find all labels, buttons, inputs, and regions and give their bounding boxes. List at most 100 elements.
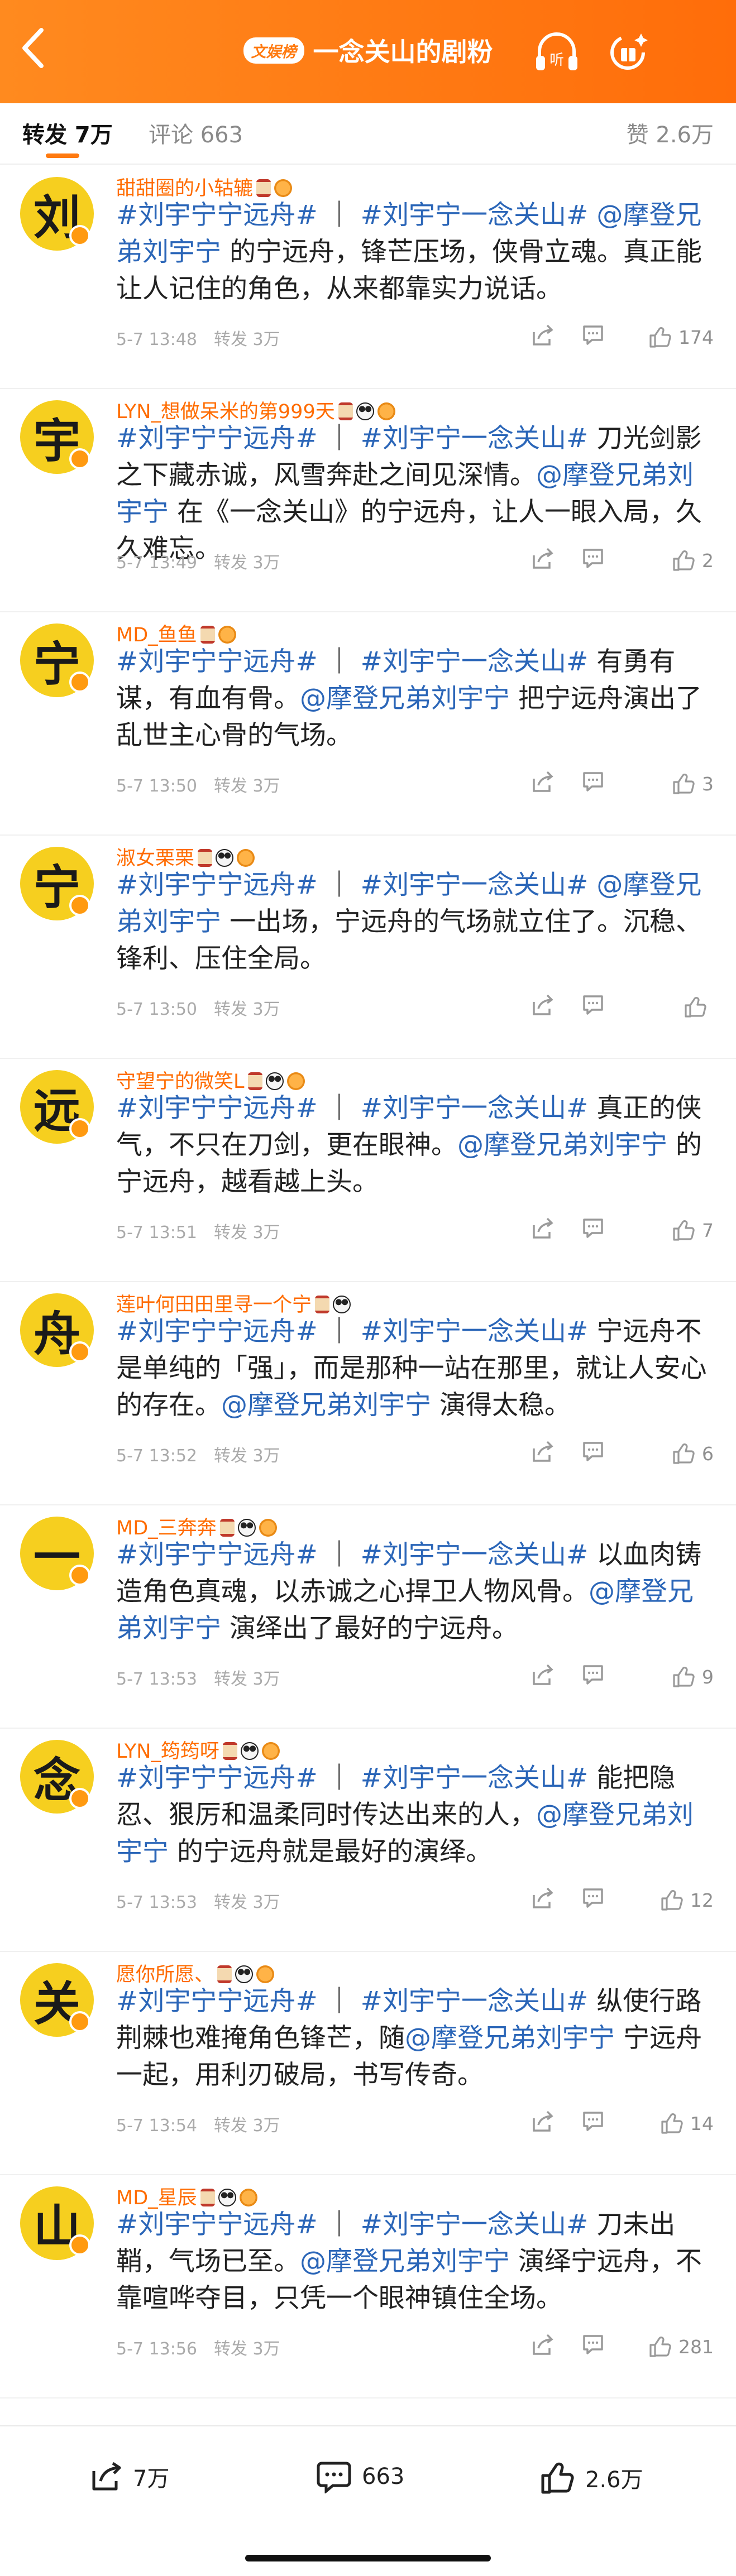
share-icon[interactable] <box>531 2333 555 2357</box>
username[interactable]: 莲叶何田田里寻一个宁 <box>116 1294 312 1316</box>
tab-likes[interactable]: 赞 2.6万 <box>627 117 714 149</box>
hashtag-link[interactable]: #刘宇宁一念关山# <box>361 200 589 231</box>
share-icon[interactable] <box>531 1440 555 1464</box>
hashtag-link[interactable]: #刘宇宁宁远舟# <box>116 1763 318 1793</box>
like-button[interactable]: 281 <box>648 2335 714 2358</box>
comment-icon[interactable] <box>581 546 605 571</box>
comment-icon[interactable] <box>581 323 605 348</box>
hashtag-link[interactable]: #刘宇宁宁远舟# <box>116 1539 318 1570</box>
like-button[interactable]: 14 <box>660 2112 714 2135</box>
headphones-listen-icon[interactable]: 听 <box>532 27 582 77</box>
like-button[interactable]: 2 <box>672 549 714 572</box>
comment-item[interactable]: 山 MD_星辰 #刘宇宁宁远舟# ｜ #刘宇宁一念关山# 刀未出鞘，气场已至。@摩登… <box>0 2175 736 2398</box>
hashtag-link[interactable]: #刘宇宁宁远舟# <box>116 2209 318 2240</box>
share-icon[interactable] <box>531 993 555 1018</box>
comment-item[interactable]: 舟莲叶何田田里寻一个宁 #刘宇宁宁远舟# ｜ #刘宇宁一念关山# 宁远舟不是单纯的… <box>0 1282 736 1505</box>
hashtag-link[interactable]: #刘宇宁一念关山# <box>361 646 589 677</box>
comment-icon[interactable] <box>581 1440 605 1464</box>
share-icon[interactable] <box>531 323 555 348</box>
comment-icon[interactable] <box>581 1216 605 1241</box>
like-button[interactable]: 7 <box>672 1219 714 1242</box>
hashtag-link[interactable]: #刘宇宁一念关山# <box>361 1093 589 1124</box>
avatar[interactable]: 宁 <box>20 847 94 920</box>
tab-repost[interactable]: 转发 7万 <box>22 117 113 149</box>
avatar[interactable]: 刘 <box>20 177 94 251</box>
avatar[interactable]: 一 <box>20 1517 94 1590</box>
avatar[interactable]: 远 <box>20 1070 94 1144</box>
thumbs-up-icon <box>673 774 695 794</box>
hashtag-link[interactable]: #刘宇宁宁远舟# <box>116 646 318 677</box>
like-count: 9 <box>702 1666 714 1688</box>
comment-meta: 5-7 13:54 转发 3万 <box>116 2112 280 2136</box>
like-button[interactable]: 9 <box>672 1665 714 1688</box>
share-icon[interactable] <box>531 770 555 794</box>
avatar[interactable]: 山 <box>20 2186 94 2260</box>
share-gift-icon[interactable] <box>604 27 654 77</box>
mention-link[interactable]: @摩登兄弟刘宇宁 <box>457 1130 667 1160</box>
hashtag-link[interactable]: #刘宇宁一念关山# <box>361 1986 589 2017</box>
username[interactable]: LYN_筠筠呀 <box>116 1740 219 1763</box>
mention-link[interactable]: @摩登兄弟刘宇宁 <box>300 2246 510 2277</box>
hashtag-link[interactable]: #刘宇宁宁远舟# <box>116 1316 318 1347</box>
comment-item[interactable]: 念 LYN_筠筠呀 #刘宇宁宁远舟# ｜ #刘宇宁一念关山# 能把隐忍、狠厉和温柔同… <box>0 1729 736 1952</box>
like-button[interactable] <box>684 995 714 1019</box>
comment-item[interactable]: 宇 LYN_想做呆米的第999天 #刘宇宁宁远舟# ｜ #刘宇宁一念关山# 刀光剑影… <box>0 389 736 612</box>
username[interactable]: 甜甜圈的小轱辘 <box>116 178 253 200</box>
username[interactable]: MD_星辰 <box>116 2187 197 2209</box>
comment-icon[interactable] <box>581 993 605 1018</box>
username[interactable]: MD_三奔奔 <box>116 1517 217 1539</box>
username[interactable]: 愿你所愿、 <box>116 1964 214 1986</box>
like-button[interactable]: 6 <box>672 1442 714 1465</box>
comment-item[interactable]: 宁淑女栗栗 #刘宇宁宁远舟# ｜ #刘宇宁一念关山# @摩登兄弟刘宇宁 一出场，宁… <box>0 836 736 1059</box>
comment-icon[interactable] <box>581 1663 605 1687</box>
hashtag-link[interactable]: #刘宇宁宁远舟# <box>116 1986 318 2017</box>
active-tab-indicator <box>46 153 79 158</box>
avatar[interactable]: 宇 <box>20 400 94 474</box>
hashtag-link[interactable]: #刘宇宁一念关山# <box>361 1539 589 1570</box>
share-icon[interactable] <box>531 1886 555 1911</box>
mention-link[interactable]: @摩登兄弟刘宇宁 <box>300 683 510 714</box>
comment-icon[interactable] <box>581 2109 605 2134</box>
hashtag-link[interactable]: #刘宇宁宁远舟# <box>116 423 318 454</box>
comment-item[interactable]: 刘甜甜圈的小轱辘 #刘宇宁宁远舟# ｜ #刘宇宁一念关山# @摩登兄弟刘宇宁 的宁… <box>0 166 736 389</box>
share-icon[interactable] <box>531 1663 555 1687</box>
avatar[interactable]: 舟 <box>20 1293 94 1367</box>
share-icon[interactable] <box>531 546 555 571</box>
username[interactable]: MD_鱼鱼 <box>116 624 197 646</box>
avatar[interactable]: 关 <box>20 1963 94 2037</box>
panda-badge-icon <box>237 1519 256 1537</box>
comment-button[interactable]: 663 <box>316 2460 404 2493</box>
like-button[interactable]: 3 <box>672 772 714 795</box>
avatar[interactable]: 念 <box>20 1740 94 1814</box>
ranking-badge[interactable]: 文娱榜 <box>243 37 304 64</box>
hashtag-link[interactable]: #刘宇宁一念关山# <box>361 2209 589 2240</box>
comment-icon[interactable] <box>581 770 605 794</box>
username[interactable]: 守望宁的微笑L <box>116 1071 245 1093</box>
username[interactable]: 淑女栗栗 <box>116 847 194 870</box>
like-button[interactable]: 174 <box>648 325 714 349</box>
hashtag-link[interactable]: #刘宇宁一念关山# <box>361 870 589 900</box>
timestamp: 5-7 13:52 <box>116 1446 197 1466</box>
like-button[interactable]: 2.6万 <box>539 2460 643 2496</box>
mention-link[interactable]: @摩登兄弟刘宇宁 <box>405 2023 615 2054</box>
comment-item[interactable]: 关愿你所愿、 #刘宇宁宁远舟# ｜ #刘宇宁一念关山# 纵使行路荆棘也难掩角色锋芒… <box>0 1952 736 2175</box>
hashtag-link[interactable]: #刘宇宁一念关山# <box>361 1763 589 1793</box>
hashtag-link[interactable]: #刘宇宁宁远舟# <box>116 870 318 900</box>
avatar[interactable]: 宁 <box>20 623 94 697</box>
hashtag-link[interactable]: #刘宇宁一念关山# <box>361 1316 589 1347</box>
repost-button[interactable]: 7万 <box>89 2460 169 2493</box>
share-icon[interactable] <box>531 1216 555 1241</box>
share-icon[interactable] <box>531 2109 555 2134</box>
comment-item[interactable]: 一 MD_三奔奔 #刘宇宁宁远舟# ｜ #刘宇宁一念关山# 以血肉铸造角色真魂，以赤… <box>0 1505 736 1729</box>
hashtag-link[interactable]: #刘宇宁一念关山# <box>361 423 589 454</box>
comment-item[interactable]: 远守望宁的微笑L #刘宇宁宁远舟# ｜ #刘宇宁一念关山# 真正的侠气，不只在刀剑… <box>0 1059 736 1282</box>
comment-item[interactable]: 宁 MD_鱼鱼 #刘宇宁宁远舟# ｜ #刘宇宁一念关山# 有勇有谋，有血有骨。@摩登… <box>0 612 736 836</box>
hashtag-link[interactable]: #刘宇宁宁远舟# <box>116 200 318 231</box>
username[interactable]: LYN_想做呆米的第999天 <box>116 401 335 423</box>
tab-comment[interactable]: 评论 663 <box>149 117 243 149</box>
like-button[interactable]: 12 <box>660 1888 714 1912</box>
hashtag-link[interactable]: #刘宇宁宁远舟# <box>116 1093 318 1124</box>
mention-link[interactable]: @摩登兄弟刘宇宁 <box>221 1390 431 1421</box>
comment-icon[interactable] <box>581 1886 605 1911</box>
comment-icon[interactable] <box>581 2333 605 2357</box>
